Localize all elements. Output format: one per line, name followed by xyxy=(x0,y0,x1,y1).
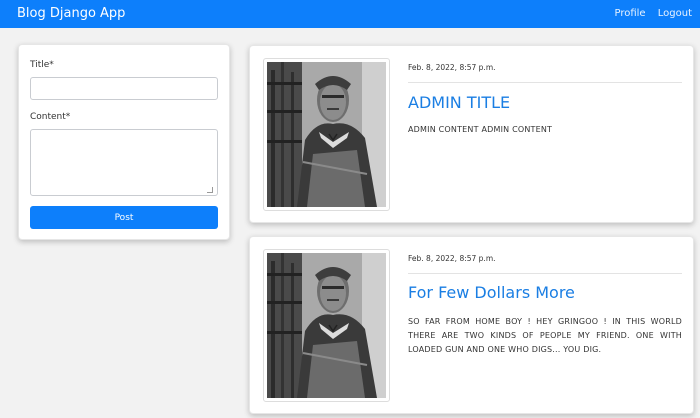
post-card: Feb. 8, 2022, 8:57 p.m. ADMIN TITLE ADMI… xyxy=(249,45,694,223)
content-field-wrap xyxy=(19,129,229,196)
post-image[interactable] xyxy=(263,58,390,211)
post-image[interactable] xyxy=(263,249,390,402)
cowboy-poncho-photo xyxy=(267,253,386,398)
new-post-form: Title* Content* Post xyxy=(18,44,230,240)
navbar: Blog Django App Profile Logout xyxy=(0,0,700,28)
title-label: Title* xyxy=(30,60,54,70)
brand-link[interactable]: Blog Django App xyxy=(17,6,125,22)
divider xyxy=(408,273,682,274)
divider xyxy=(408,82,682,83)
content-label: Content* xyxy=(30,112,71,122)
post-button[interactable]: Post xyxy=(30,206,218,229)
resize-handle-icon[interactable] xyxy=(207,187,213,193)
nav-links: Profile Logout xyxy=(605,7,692,20)
post-content: ADMIN CONTENT ADMIN CONTENT xyxy=(408,125,553,134)
profile-link[interactable]: Profile xyxy=(614,8,645,19)
content-textarea[interactable] xyxy=(30,129,218,196)
logout-link[interactable]: Logout xyxy=(658,8,692,19)
post-date: Feb. 8, 2022, 8:57 p.m. xyxy=(408,63,496,72)
post-date: Feb. 8, 2022, 8:57 p.m. xyxy=(408,254,496,263)
post-content: SO FAR FROM HOME BOY ! HEY GRINGOO ! IN … xyxy=(408,317,682,354)
cowboy-poncho-photo xyxy=(267,62,386,207)
post-title[interactable]: ADMIN TITLE xyxy=(408,93,510,112)
title-input[interactable] xyxy=(30,77,218,100)
post-title[interactable]: For Few Dollars More xyxy=(408,283,575,302)
post-card: Feb. 8, 2022, 8:57 p.m. For Few Dollars … xyxy=(249,236,694,414)
